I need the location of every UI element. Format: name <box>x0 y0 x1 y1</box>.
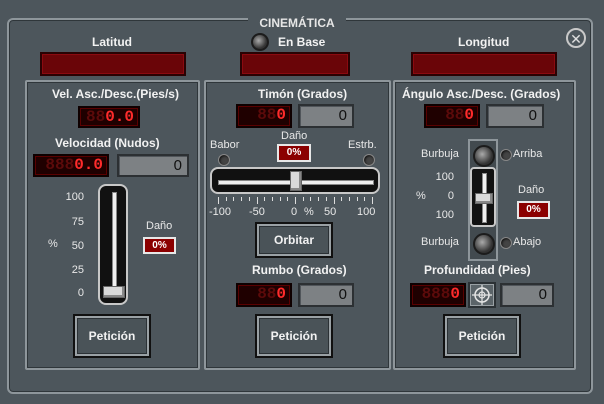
scale-100: 100 <box>65 191 84 203</box>
en-base-field <box>240 52 350 76</box>
timon-tick <box>364 197 366 201</box>
scale-neg50: -50 <box>249 206 265 218</box>
peticion-button-left[interactable]: Petición <box>73 314 151 358</box>
timon-tick <box>264 197 266 201</box>
cinematica-window: CINEMÁTICA ✕ Latitud En Base Longitud Ve… <box>0 0 604 404</box>
vel-asc-label: Vel. Asc./Desc.(Pies/s) <box>52 87 179 101</box>
peticion-button-center[interactable]: Petición <box>255 314 333 358</box>
slider-thumb-h[interactable] <box>290 171 302 191</box>
dano-label: Daño <box>146 220 173 232</box>
timon-tick <box>256 197 258 204</box>
velocidad-label: Velocidad (Nudos) <box>55 136 160 150</box>
angulo-slider[interactable] <box>470 167 496 227</box>
timon-display: 880 <box>236 104 292 128</box>
slider-thumb-right[interactable] <box>475 192 493 204</box>
scale-50: 50 <box>324 206 337 218</box>
burbuja-abajo-indicator <box>473 233 495 255</box>
timon-input[interactable]: 0 <box>298 104 354 128</box>
scale-100-center: 100 <box>357 206 376 218</box>
scale-100-bottom: 100 <box>435 209 454 221</box>
angulo-input[interactable]: 0 <box>486 104 544 128</box>
timon-tick <box>333 197 335 204</box>
slider-track <box>112 192 117 298</box>
burbuja-top-label: Burbuja <box>421 148 459 160</box>
abajo-label: Abajo <box>513 236 542 248</box>
slider-thumb[interactable] <box>103 286 125 298</box>
rumbo-display: 880 <box>236 283 292 307</box>
orbitar-button[interactable]: Orbitar <box>255 222 333 258</box>
close-x-circle-icon[interactable]: ✕ <box>566 28 586 48</box>
scale-0: 0 <box>77 287 84 299</box>
longitud-field <box>411 52 557 76</box>
angulo-display: 880 <box>424 104 480 128</box>
timon-tick <box>218 197 219 204</box>
timon-tick <box>356 197 358 201</box>
longitud-label: Longitud <box>458 35 510 49</box>
percent-label-center: % <box>304 206 314 218</box>
babor-indicator <box>218 154 230 166</box>
velocidad-input[interactable]: 0 <box>117 154 189 177</box>
timon-tick <box>372 197 373 204</box>
timon-tick <box>325 197 327 201</box>
timon-tick <box>225 197 227 201</box>
timon-tick <box>318 197 320 201</box>
timon-tick <box>241 197 243 201</box>
rumbo-label: Rumbo (Grados) <box>252 263 347 277</box>
arriba-label: Arriba <box>513 148 543 160</box>
en-base-indicator <box>251 33 269 51</box>
scale-50: 50 <box>71 240 84 252</box>
dano-value-right: 0% <box>517 201 550 219</box>
timon-tick <box>248 197 250 201</box>
profundidad-label: Profundidad (Pies) <box>424 263 531 277</box>
babor-label: Babor <box>210 139 240 151</box>
scale-0-right: 0 <box>447 190 454 202</box>
percent-label-right: % <box>416 190 426 202</box>
dano-value-center: 0% <box>277 144 311 162</box>
timon-tick <box>233 197 235 201</box>
timon-tick <box>271 197 273 201</box>
vel-asc-display: 880.0 <box>78 106 140 128</box>
velocidad-display: 8880.0 <box>33 154 109 177</box>
timon-tick <box>310 197 312 201</box>
scale-neg100: -100 <box>209 206 232 218</box>
scale-100-top: 100 <box>435 171 454 183</box>
scale-25: 25 <box>71 264 84 276</box>
latitud-field <box>40 52 186 76</box>
timon-tick <box>348 197 350 201</box>
dano-label-center: Daño <box>281 130 308 142</box>
rumbo-input[interactable]: 0 <box>298 283 354 307</box>
arriba-indicator <box>500 149 512 161</box>
timon-slider[interactable] <box>210 167 380 194</box>
angulo-label: Ángulo Asc./Desc. (Grados) <box>402 87 561 101</box>
timon-tick <box>302 197 304 201</box>
window-title: CINEMÁTICA <box>248 16 346 30</box>
estrb-label: Estrb. <box>348 139 377 151</box>
timon-tick <box>279 197 281 201</box>
en-base-label: En Base <box>278 35 326 49</box>
dano-value: 0% <box>143 237 176 254</box>
scale-75: 75 <box>71 216 84 228</box>
scale-zero: 0 <box>291 206 298 218</box>
crosshair-icon[interactable] <box>468 282 496 308</box>
profundidad-display: 8880 <box>410 283 466 307</box>
profundidad-input[interactable]: 0 <box>500 283 554 307</box>
timon-label: Timón (Grados) <box>258 87 348 101</box>
abajo-indicator <box>500 237 512 249</box>
velocidad-slider[interactable] <box>98 184 128 305</box>
percent-label: % <box>48 238 58 250</box>
burbuja-arriba-indicator <box>473 145 495 167</box>
peticion-button-right[interactable]: Petición <box>443 314 521 358</box>
estrb-indicator <box>363 154 375 166</box>
dano-label-right: Daño <box>518 184 545 196</box>
timon-tick <box>287 197 289 201</box>
latitud-label: Latitud <box>92 35 132 49</box>
timon-tick <box>341 197 343 201</box>
burbuja-bottom-label: Burbuja <box>421 236 459 248</box>
timon-tick <box>295 197 296 204</box>
